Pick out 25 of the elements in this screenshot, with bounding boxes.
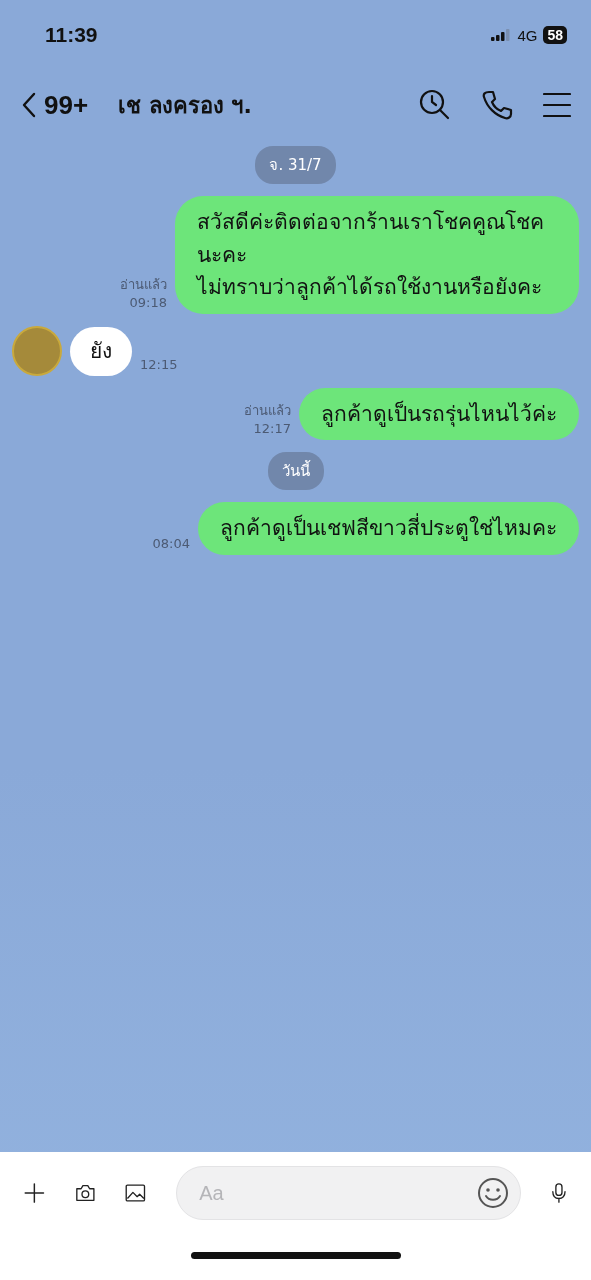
message-time: 12:15 — [140, 356, 178, 372]
message-time: 09:18 — [129, 294, 167, 310]
chevron-left-icon — [22, 92, 36, 118]
read-receipt: อ่านแล้ว — [120, 275, 167, 294]
search-icon[interactable] — [419, 89, 451, 121]
back-button[interactable]: 99+ — [22, 89, 89, 121]
chat-title: เช ลงครอง ฯ. — [118, 91, 253, 120]
date-separator: จ. 31/7 — [255, 146, 336, 184]
emoji-icon[interactable] — [477, 1177, 510, 1209]
message-time: 08:04 — [152, 535, 190, 551]
message-bubble: ลูกค้าดูเป็นรถรุ่นไหนไว้ค่ะ — [299, 387, 579, 441]
message-input[interactable]: Aa — [176, 1166, 522, 1220]
message-bubble: ลูกค้าดูเป็นเชฟสีขาวสี่ประตูใช่ไหมคะ — [198, 502, 579, 555]
status-time: 11:39 — [45, 23, 98, 47]
message-bubble: สวัสดีค่ะติดต่อจากร้านเราโชคคูณโชคนะคะ ไม่ทราบว่าลูกค้าได้รถใช้งานหรือยังคะ — [175, 196, 579, 314]
message-time: 12:17 — [253, 421, 291, 437]
phone-icon[interactable] — [481, 89, 513, 121]
signal-icon — [491, 29, 512, 41]
unread-count: 99+ — [44, 89, 89, 121]
date-separator: วันนี้ — [267, 452, 324, 491]
read-receipt: อ่านแล้ว — [244, 402, 291, 421]
network-label: 4G — [517, 26, 538, 44]
menu-icon[interactable] — [543, 92, 571, 118]
battery-indicator: 58 — [543, 26, 567, 44]
message-bubble: ยัง — [70, 327, 132, 376]
